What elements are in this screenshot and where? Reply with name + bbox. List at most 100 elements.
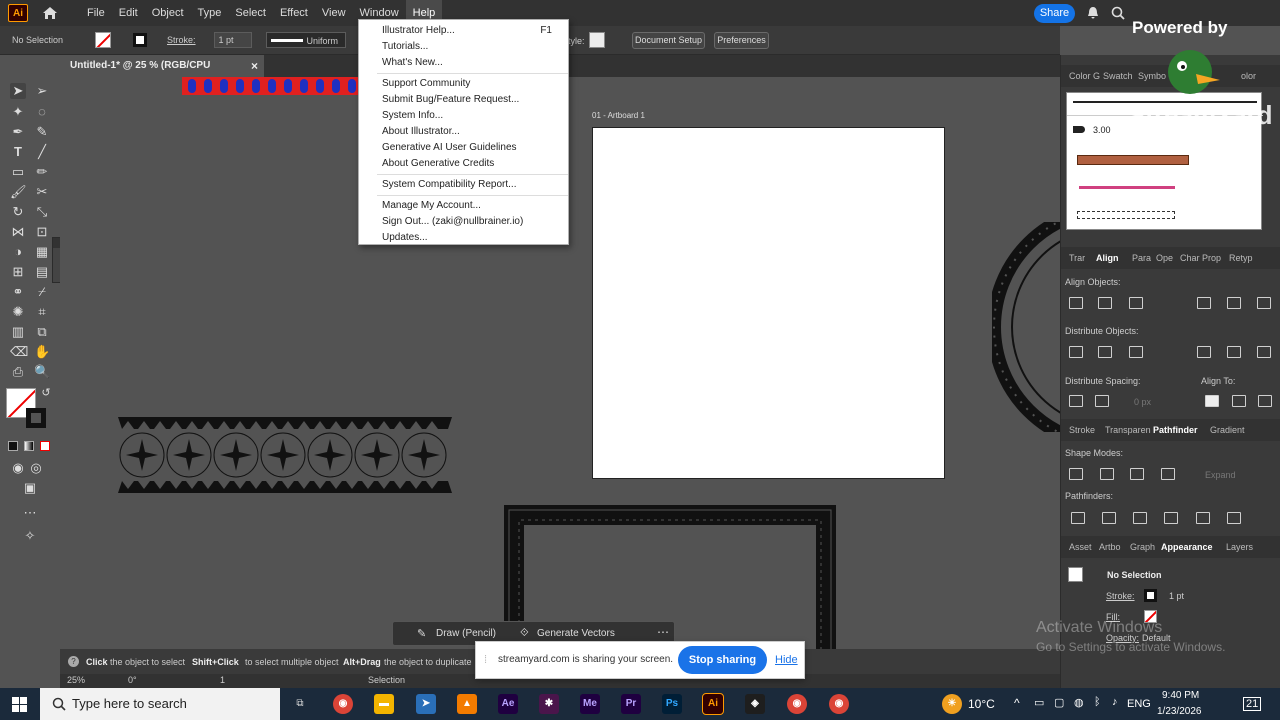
bell-icon[interactable] <box>1086 6 1100 20</box>
more-tools-icon[interactable]: ⋯ <box>22 505 38 521</box>
stroke-weight-input[interactable]: 1 pt <box>213 32 252 48</box>
close-tab-icon[interactable]: × <box>251 55 258 77</box>
unite-icon[interactable] <box>1069 468 1083 480</box>
drag-handle-icon[interactable]: ⁞ <box>484 654 487 666</box>
distribute-bottom-icon[interactable] <box>1129 346 1143 358</box>
distribute-vspace-icon[interactable] <box>1069 395 1083 407</box>
intersect-icon[interactable] <box>1130 468 1144 480</box>
shape-builder-tool-icon[interactable]: ◑ <box>10 244 26 260</box>
tab-align[interactable]: Align <box>1096 247 1119 269</box>
bluetooth-icon[interactable]: ᛒ <box>1094 696 1101 708</box>
notification-badge[interactable]: 21 <box>1243 697 1262 711</box>
align-middle-icon[interactable] <box>1227 297 1241 309</box>
distribute-hspace-icon[interactable] <box>1095 395 1109 407</box>
preferences-button[interactable]: Preferences <box>714 32 769 49</box>
blend-tool-icon[interactable]: ⚭ <box>10 284 26 300</box>
hide-link[interactable]: Hide <box>775 654 798 666</box>
windows-start-icon[interactable] <box>12 697 27 712</box>
volume-icon[interactable]: ♪ <box>1112 696 1118 708</box>
menu-select[interactable]: Select <box>228 0 273 26</box>
pen-tool-icon[interactable]: ✒ <box>10 124 26 140</box>
style-swatch[interactable] <box>589 32 605 48</box>
align-to-key-icon[interactable] <box>1232 395 1246 407</box>
chrome-2-icon[interactable]: ◉ <box>787 694 807 714</box>
home-icon[interactable] <box>42 6 58 20</box>
help-menu-item[interactable]: Updates... <box>359 230 568 246</box>
network-icon[interactable]: ◍ <box>1074 696 1084 709</box>
distribute-top-icon[interactable] <box>1069 346 1083 358</box>
type-tool-icon[interactable]: T <box>10 144 26 160</box>
distribute-right-icon[interactable] <box>1257 346 1271 358</box>
magic-wand-icon[interactable]: ✦ <box>10 104 26 120</box>
artboard-number[interactable]: 1 <box>220 675 225 685</box>
edit-toolbar-icon[interactable]: ✧ <box>22 528 38 544</box>
tray-chevron-icon[interactable]: ^ <box>1014 696 1020 710</box>
tab-layers[interactable]: Layers <box>1226 536 1253 558</box>
align-to-artboard-icon[interactable] <box>1258 395 1272 407</box>
align-to-selection-icon[interactable] <box>1205 395 1219 407</box>
spacing-input[interactable]: 0 px <box>1134 397 1151 407</box>
align-center-icon[interactable] <box>1098 297 1112 309</box>
rectangle-tool-icon[interactable]: ▭ <box>10 164 26 180</box>
mesh-tool-icon[interactable]: ⊞ <box>10 264 26 280</box>
tab-color-guide[interactable]: Color G <box>1069 65 1100 87</box>
tab-appearance[interactable]: Appearance <box>1161 536 1213 558</box>
help-menu-item[interactable]: Generative AI User Guidelines <box>359 140 568 156</box>
eyedropper-tool-icon[interactable]: ⌿ <box>34 284 50 300</box>
premiere-icon[interactable]: Pr <box>621 694 641 714</box>
help-menu-item[interactable]: About Illustrator... <box>359 124 568 140</box>
artboard-tool-icon[interactable]: ⧉ <box>34 324 50 340</box>
media-encoder-icon[interactable]: Me <box>580 694 600 714</box>
help-menu-item[interactable]: Illustrator Help... F1 <box>359 23 568 39</box>
menu-edit[interactable]: Edit <box>112 0 145 26</box>
rotation-value[interactable]: 0° <box>128 675 137 685</box>
align-left-icon[interactable] <box>1069 297 1083 309</box>
selection-tool-icon[interactable]: ➤ <box>10 83 26 99</box>
crop-icon[interactable] <box>1164 512 1178 524</box>
print-tiling-icon[interactable]: ⎙ <box>10 364 26 380</box>
stroke-profile-preview[interactable]: Uniform <box>265 32 346 48</box>
merge-icon[interactable] <box>1133 512 1147 524</box>
tab-retype[interactable]: Retyp <box>1229 247 1253 269</box>
minus-back-icon[interactable] <box>1227 512 1241 524</box>
distribute-hcenter-icon[interactable] <box>1227 346 1241 358</box>
tab-opentype[interactable]: Ope <box>1156 247 1173 269</box>
zoom-tool-icon[interactable]: 🔍 <box>34 364 50 380</box>
weather-icon[interactable]: ☀ <box>942 694 962 714</box>
minus-front-icon[interactable] <box>1100 468 1114 480</box>
draw-pencil-button[interactable]: Draw (Pencil) <box>436 628 496 639</box>
tab-transform[interactable]: Trar <box>1069 247 1085 269</box>
swap-colors-icon[interactable]: ↺ <box>38 385 54 401</box>
outline-icon[interactable] <box>1196 512 1210 524</box>
appearance-stroke-label[interactable]: Stroke: <box>1106 591 1135 601</box>
help-menu-item[interactable]: About Generative Credits <box>359 156 568 172</box>
weather-temp[interactable]: 10°C <box>968 697 995 711</box>
hand-tool-icon[interactable]: ✋ <box>34 344 50 360</box>
menu-object[interactable]: Object <box>145 0 191 26</box>
tab-gradient[interactable]: Gradient <box>1210 419 1245 441</box>
artboard[interactable] <box>592 127 945 479</box>
menu-file[interactable]: File <box>80 0 112 26</box>
meet-now-icon[interactable]: ▢ <box>1054 696 1064 709</box>
tab-properties[interactable]: Prop <box>1202 247 1221 269</box>
illustrator-taskbar-icon[interactable]: Ai <box>702 693 724 715</box>
document-tab[interactable]: Untitled-1* @ 25 % (RGB/CPU Preview) × <box>60 55 264 93</box>
menu-effect[interactable]: Effect <box>273 0 315 26</box>
slice-tool-icon[interactable]: ⌗ <box>34 304 50 320</box>
chrome-3-icon[interactable]: ◉ <box>829 694 849 714</box>
line-tool-icon[interactable]: ╱ <box>34 144 50 160</box>
rotate-tool-icon[interactable]: ↻ <box>10 204 26 220</box>
tab-artboards[interactable]: Artbo <box>1099 536 1121 558</box>
tab-pathfinder[interactable]: Pathfinder <box>1153 419 1198 441</box>
direct-selection-tool-icon[interactable]: ➢ <box>34 83 50 99</box>
photoshop-icon[interactable]: Ps <box>662 694 682 714</box>
help-menu-item[interactable]: Manage My Account... <box>359 198 568 214</box>
star-circle-art[interactable] <box>992 222 1060 432</box>
slack-icon[interactable]: ✱ <box>539 694 559 714</box>
free-transform-tool-icon[interactable]: ⊡ <box>34 224 50 240</box>
help-menu-item[interactable]: Tutorials... <box>359 39 568 55</box>
draw-behind-icon[interactable]: ◎ <box>28 460 44 476</box>
help-menu-item[interactable]: Sign Out... (zaki@nullbrainer.io) <box>359 214 568 230</box>
task-view-icon[interactable]: ⧉ <box>290 694 310 714</box>
menu-view[interactable]: View <box>315 0 353 26</box>
